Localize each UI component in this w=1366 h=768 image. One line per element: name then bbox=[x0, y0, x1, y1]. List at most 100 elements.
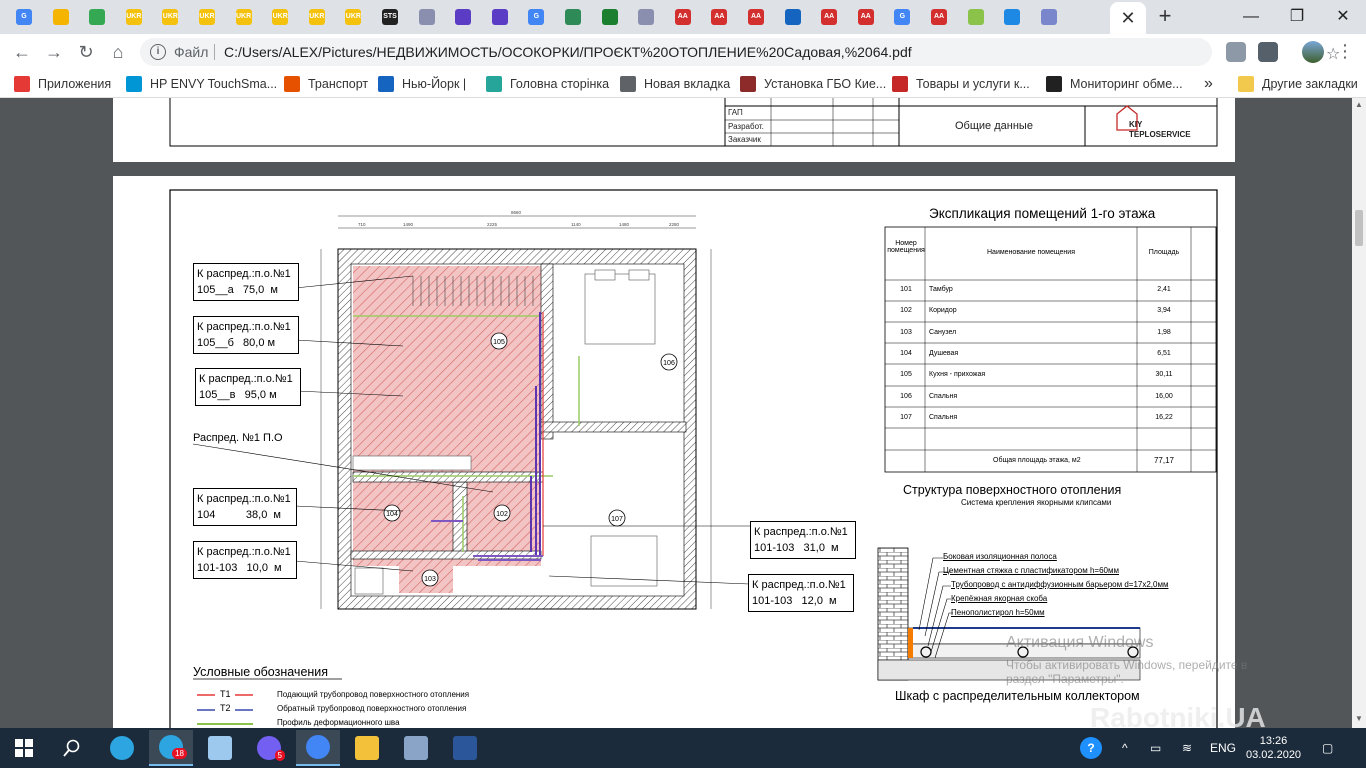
taskbar-app[interactable]: 18 bbox=[149, 730, 193, 766]
forward-button[interactable]: → bbox=[42, 40, 66, 64]
new-tab-button[interactable]: + bbox=[1152, 4, 1178, 30]
browser-tab[interactable] bbox=[49, 5, 73, 29]
bookmark-item[interactable]: Установка ГБО Кие... bbox=[740, 70, 886, 98]
browser-tab[interactable]: STS bbox=[378, 5, 402, 29]
callout-line-2: 104 38,0 м bbox=[197, 509, 281, 521]
taskbar-app[interactable]: 5 bbox=[247, 730, 291, 766]
info-icon[interactable]: i bbox=[150, 44, 166, 60]
other-bookmarks-folder[interactable]: Другие закладки bbox=[1238, 70, 1358, 98]
telegram-icon bbox=[110, 736, 134, 760]
uka-go-icon: UKR GO bbox=[272, 9, 289, 25]
browser-tab[interactable]: UKR GO bbox=[195, 5, 219, 29]
aa-icon: AA bbox=[748, 9, 764, 25]
structure-layer-label: Цементная стяжка с пластификатором h=60м… bbox=[943, 566, 1119, 575]
browser-tab[interactable] bbox=[598, 5, 622, 29]
browser-tab[interactable]: AA bbox=[707, 5, 731, 29]
browser-tab[interactable] bbox=[634, 5, 658, 29]
structure-layer-label: Боковая изоляционная полоса bbox=[943, 552, 1057, 561]
address-bar[interactable]: i Файл C:/Users/ALEX/Pictures/НЕДВИЖИМОС… bbox=[140, 38, 1340, 66]
taskbar-app[interactable] bbox=[198, 730, 242, 766]
browser-tab[interactable]: AA bbox=[671, 5, 695, 29]
start-button[interactable] bbox=[2, 730, 46, 766]
paint-icon bbox=[404, 736, 428, 760]
callout-line-2: 105__в 95,0 м bbox=[199, 389, 277, 401]
browser-tab[interactable]: UKR GO bbox=[158, 5, 182, 29]
browser-tab[interactable] bbox=[451, 5, 475, 29]
bookmark-item[interactable]: Новая вкладка bbox=[620, 70, 730, 98]
browser-tab[interactable]: G bbox=[12, 5, 36, 29]
browser-tab[interactable] bbox=[964, 5, 988, 29]
browser-tab[interactable]: G bbox=[524, 5, 548, 29]
dimension-label: 1490 bbox=[403, 222, 414, 227]
bookmark-item[interactable]: Головна сторінка bbox=[486, 70, 609, 98]
wifi-icon[interactable]: ≋ bbox=[1182, 728, 1192, 768]
profile-avatar[interactable] bbox=[1302, 41, 1324, 63]
logo-text-teploservice: TEPLOSERVICE bbox=[1129, 130, 1191, 139]
reload-button[interactable]: ↻ bbox=[74, 40, 98, 64]
browser-tab[interactable] bbox=[561, 5, 585, 29]
browser-tab[interactable] bbox=[415, 5, 439, 29]
explication-total-value: 77,17 bbox=[1153, 456, 1175, 465]
help-tray-icon[interactable]: ? bbox=[1080, 728, 1102, 768]
browser-tab[interactable] bbox=[1037, 5, 1061, 29]
taskbar-app[interactable] bbox=[100, 730, 144, 766]
browser-tab[interactable]: UKR GO bbox=[232, 5, 256, 29]
home-button[interactable]: ⌂ bbox=[106, 40, 130, 64]
pipe-length-callout: К распред.:п.о.№1 101-103 10,0 м bbox=[193, 541, 297, 579]
browser-tab[interactable] bbox=[1000, 5, 1024, 29]
address-url[interactable]: C:/Users/ALEX/Pictures/НЕДВИЖИМОСТЬ/ОСОК… bbox=[224, 44, 912, 60]
menu-icon[interactable]: ⋮ bbox=[1336, 40, 1354, 62]
bookmark-item[interactable]: Мониторинг обме... bbox=[1046, 70, 1183, 98]
scroll-up-icon[interactable]: ▲ bbox=[1355, 100, 1363, 109]
restore-button[interactable]: ❐ bbox=[1274, 0, 1320, 34]
browser-tab[interactable]: AA bbox=[817, 5, 841, 29]
window-close-button[interactable]: ✕ bbox=[1320, 0, 1366, 34]
taskbar-app[interactable] bbox=[345, 730, 389, 766]
bookmarks-overflow-button[interactable]: » bbox=[1204, 70, 1213, 98]
bookmark-item[interactable]: Транспорт bbox=[284, 70, 368, 98]
browser-tab[interactable] bbox=[781, 5, 805, 29]
active-tab[interactable]: ✕ bbox=[1110, 2, 1146, 34]
tray-overflow-icon[interactable]: ^ bbox=[1122, 728, 1128, 768]
browser-tab[interactable]: AA bbox=[927, 5, 951, 29]
close-tab-icon[interactable]: ✕ bbox=[1120, 8, 1135, 29]
browser-tab[interactable]: UKR GO bbox=[305, 5, 329, 29]
bookmark-item[interactable]: Приложения bbox=[14, 70, 111, 98]
taskbar-app[interactable] bbox=[296, 730, 340, 766]
scroll-down-icon[interactable]: ▼ bbox=[1355, 714, 1363, 723]
explication-row-area: 2,41 bbox=[1157, 286, 1171, 293]
bookmark-item[interactable]: HP ENVY TouchSma... bbox=[126, 70, 277, 98]
browser-tab[interactable]: G bbox=[890, 5, 914, 29]
explication-row-name: Душевая bbox=[929, 349, 959, 357]
pdf-viewer[interactable]: ГАП Разработ. Заказчик Общие данные KIY … bbox=[0, 98, 1352, 728]
browser-tab[interactable]: AA bbox=[854, 5, 878, 29]
minimize-button[interactable]: — bbox=[1228, 0, 1274, 34]
notifications-icon[interactable]: ▢ bbox=[1322, 728, 1333, 768]
taskbar-app[interactable] bbox=[443, 730, 487, 766]
battery-icon[interactable]: ▭ bbox=[1150, 728, 1161, 768]
pipe-length-callout: К распред.:п.о.№1 105__в 95,0 м bbox=[195, 368, 301, 406]
tb-row-customer: Заказчик bbox=[728, 135, 761, 144]
browser-tab[interactable] bbox=[85, 5, 109, 29]
clock[interactable]: 13:26 03.02.2020 bbox=[1246, 728, 1301, 768]
browser-tab[interactable]: UKR GO bbox=[122, 5, 146, 29]
bookmark-item[interactable]: Товары и услуги к... bbox=[892, 70, 1030, 98]
language-indicator[interactable]: ENG bbox=[1210, 728, 1236, 768]
extension-pin-icon[interactable] bbox=[1226, 42, 1246, 62]
address-scheme-label: Файл bbox=[174, 44, 209, 60]
vertical-scrollbar[interactable]: ▲ ▼ bbox=[1352, 98, 1366, 728]
browser-tab[interactable]: AA bbox=[744, 5, 768, 29]
taskbar-app[interactable] bbox=[394, 730, 438, 766]
bookmark-item[interactable]: Нью-Йорк | bbox=[378, 70, 466, 98]
extension-car-icon[interactable] bbox=[1258, 42, 1278, 62]
aa-icon: AA bbox=[674, 9, 691, 25]
browser-tab[interactable]: UKR GO bbox=[268, 5, 292, 29]
back-button[interactable]: ← bbox=[10, 40, 34, 64]
scrollbar-thumb[interactable] bbox=[1355, 210, 1363, 246]
uka-go-icon: UKR GO bbox=[235, 9, 252, 25]
browser-tab[interactable] bbox=[488, 5, 512, 29]
tb-row-developer: Разработ. bbox=[728, 122, 764, 131]
browser-tab[interactable]: UKR GO bbox=[341, 5, 365, 29]
explication-row-area: 3,94 bbox=[1157, 307, 1171, 315]
search-button[interactable] bbox=[50, 730, 94, 766]
